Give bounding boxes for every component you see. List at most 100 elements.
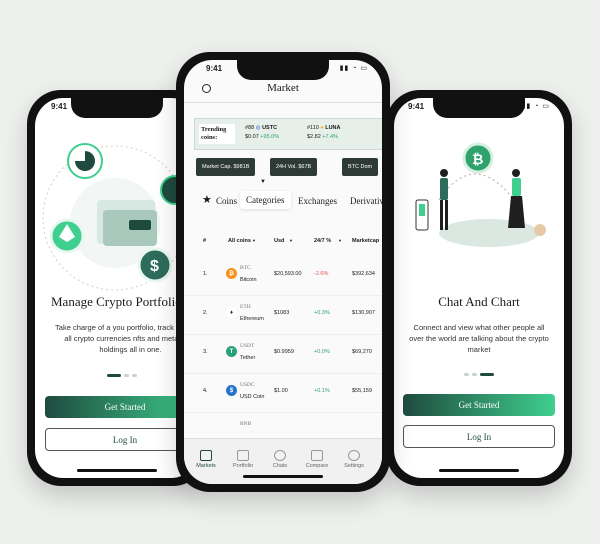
center-screen: 9:41 ▮▮ ◔ ▭ Market Trending coins: #88 ◍… (184, 60, 382, 484)
tab-coins[interactable]: Coins (216, 196, 237, 206)
trending-price: $2.82 (307, 134, 321, 140)
trending-bar: Trending coins: #88 ◍ USTC $0.07 +95.0% … (194, 118, 382, 150)
table-row[interactable]: 4. $ USDC USD Coin $1.00 +0.1% $55,159 (184, 374, 382, 413)
row-change: -2.6% (314, 271, 329, 277)
page-dot (132, 374, 137, 377)
caret-down-icon: ▼ (260, 179, 266, 185)
chat-illustration: ₿ (415, 142, 546, 247)
tab-derivatives[interactable]: Derivatives (350, 196, 382, 206)
status-icons: ▮▮ ◔ ▭ (521, 103, 550, 110)
row-mcap: $392,634 (352, 271, 375, 277)
row-mcap: $55,159 (352, 388, 372, 394)
trending-coin[interactable]: #110 ● LUNA $2.82 +7.4% (307, 124, 341, 142)
ustc-coin-icon: ◍ (255, 125, 261, 131)
page-dot (124, 374, 129, 377)
row-change: +0.3% (314, 310, 330, 316)
svg-text:$: $ (150, 258, 159, 275)
stat-label: Market Cap. (202, 164, 232, 170)
status-time: 9:41 (51, 102, 68, 111)
trending-coin[interactable]: #88 ◍ USTC $0.07 +95.0% (245, 124, 279, 142)
chart-icon (200, 450, 212, 461)
stat-value: $981B (233, 164, 250, 170)
table-row[interactable]: 1. ₿ BTC Bitcoin $20,593.00 -2.6% $392,6… (184, 257, 382, 296)
col-marketcap[interactable]: Marketcap (352, 238, 379, 244)
gear-icon (348, 450, 360, 461)
nav-chats[interactable]: Chats (262, 450, 298, 469)
caret-down-icon: ▼ (252, 238, 256, 243)
col-change[interactable]: 24/7 % (314, 238, 331, 244)
notch (433, 98, 525, 118)
row-rank: 4. (203, 388, 208, 394)
compare-icon (311, 450, 323, 461)
star-icon[interactable]: ★ (202, 193, 212, 206)
tether-icon: T (226, 346, 237, 357)
onboarding-title: Chat And Chart (438, 294, 520, 309)
portfolio-illustration: $ (42, 143, 190, 291)
nav-portfolio[interactable]: Portfolio (225, 450, 261, 469)
col-all-coins[interactable]: All coins (228, 238, 251, 244)
row-change: +0.0% (314, 349, 330, 355)
row-price: $20,593.00 (274, 271, 302, 277)
notch (237, 60, 329, 80)
trending-symbol: LUNA (325, 125, 341, 131)
nav-label: Markets (196, 463, 216, 469)
col-usd[interactable]: Usd (274, 238, 284, 244)
home-indicator (439, 469, 519, 472)
wallet-icon (237, 450, 249, 461)
tab-exchanges[interactable]: Exchanges (298, 196, 337, 206)
stat-label: 24H Vol. (276, 164, 297, 170)
page-dot (464, 373, 469, 376)
row-name: Tether (240, 355, 256, 361)
row-symbol: BTC (240, 265, 251, 271)
tab-categories[interactable]: Categories (240, 191, 291, 209)
row-change: +0.1% (314, 388, 330, 394)
row-rank: 2. (203, 310, 208, 316)
stat-label: BTC Dom (348, 164, 373, 170)
trending-label: Trending coins: (199, 124, 235, 144)
home-indicator (243, 475, 323, 478)
page-dot (480, 373, 494, 376)
home-indicator (77, 469, 157, 472)
row-name: USD Coin (240, 394, 265, 400)
nav-label: Chats (272, 463, 288, 469)
col-rank: # (203, 238, 207, 244)
get-started-button[interactable]: Get Started (403, 394, 555, 416)
onboarding-title: Manage Crypto Portfolio (51, 294, 182, 309)
nav-label: Portfolio (232, 463, 254, 469)
ethereum-icon: ♦ (226, 307, 237, 318)
row-price: $1083 (274, 310, 290, 316)
row-name: Ethereum (240, 316, 264, 322)
nav-markets[interactable]: Markets (188, 450, 224, 469)
stat-market-cap: Market Cap. $981B (196, 158, 256, 176)
status-time: 9:41 (206, 64, 223, 73)
row-mcap: $130,907 (352, 310, 375, 316)
row-rank: 3. (203, 349, 208, 355)
nav-compare[interactable]: Compare (299, 450, 335, 469)
page-dot (472, 373, 477, 376)
caret-down-icon: ▼ (289, 238, 293, 243)
trending-rank: #88 (245, 125, 255, 131)
page-indicator (107, 374, 137, 377)
svg-text:₿: ₿ (472, 151, 483, 167)
onboarding-description: Connect and view what other people all o… (409, 323, 549, 354)
row-name: Bitcoin (240, 277, 257, 283)
center-phone: 9:41 ▮▮ ◔ ▭ Market Trending coins: #88 ◍… (176, 52, 390, 492)
nav-settings[interactable]: Settings (336, 450, 372, 469)
trending-symbol: USTC (262, 125, 278, 131)
login-button[interactable]: Log In (403, 425, 555, 448)
nav-label: Compare (305, 463, 329, 469)
trending-change: +7.4% (322, 134, 339, 140)
table-row[interactable]: 2. ♦ ETH Ethereum $1083 +0.3% $130,907 (184, 296, 382, 335)
status-time: 9:41 (408, 102, 425, 111)
table-row[interactable]: 3. T USDT Tether $0.9959 +0.0% $69,270 (184, 335, 382, 374)
status-icons: ▮▮ ◔ ▭ (339, 65, 368, 72)
bitcoin-icon: ₿ (226, 268, 237, 279)
row-symbol: ETH (240, 304, 251, 310)
row-mcap: $69,270 (352, 349, 372, 355)
nav-label: Settings (344, 463, 364, 469)
trending-price: $0.07 (245, 134, 259, 140)
page-indicator (464, 373, 494, 376)
trending-change: +95.0% (260, 134, 280, 140)
caret-down-icon: ▼ (338, 238, 342, 243)
trending-rank: #110 (307, 125, 319, 131)
